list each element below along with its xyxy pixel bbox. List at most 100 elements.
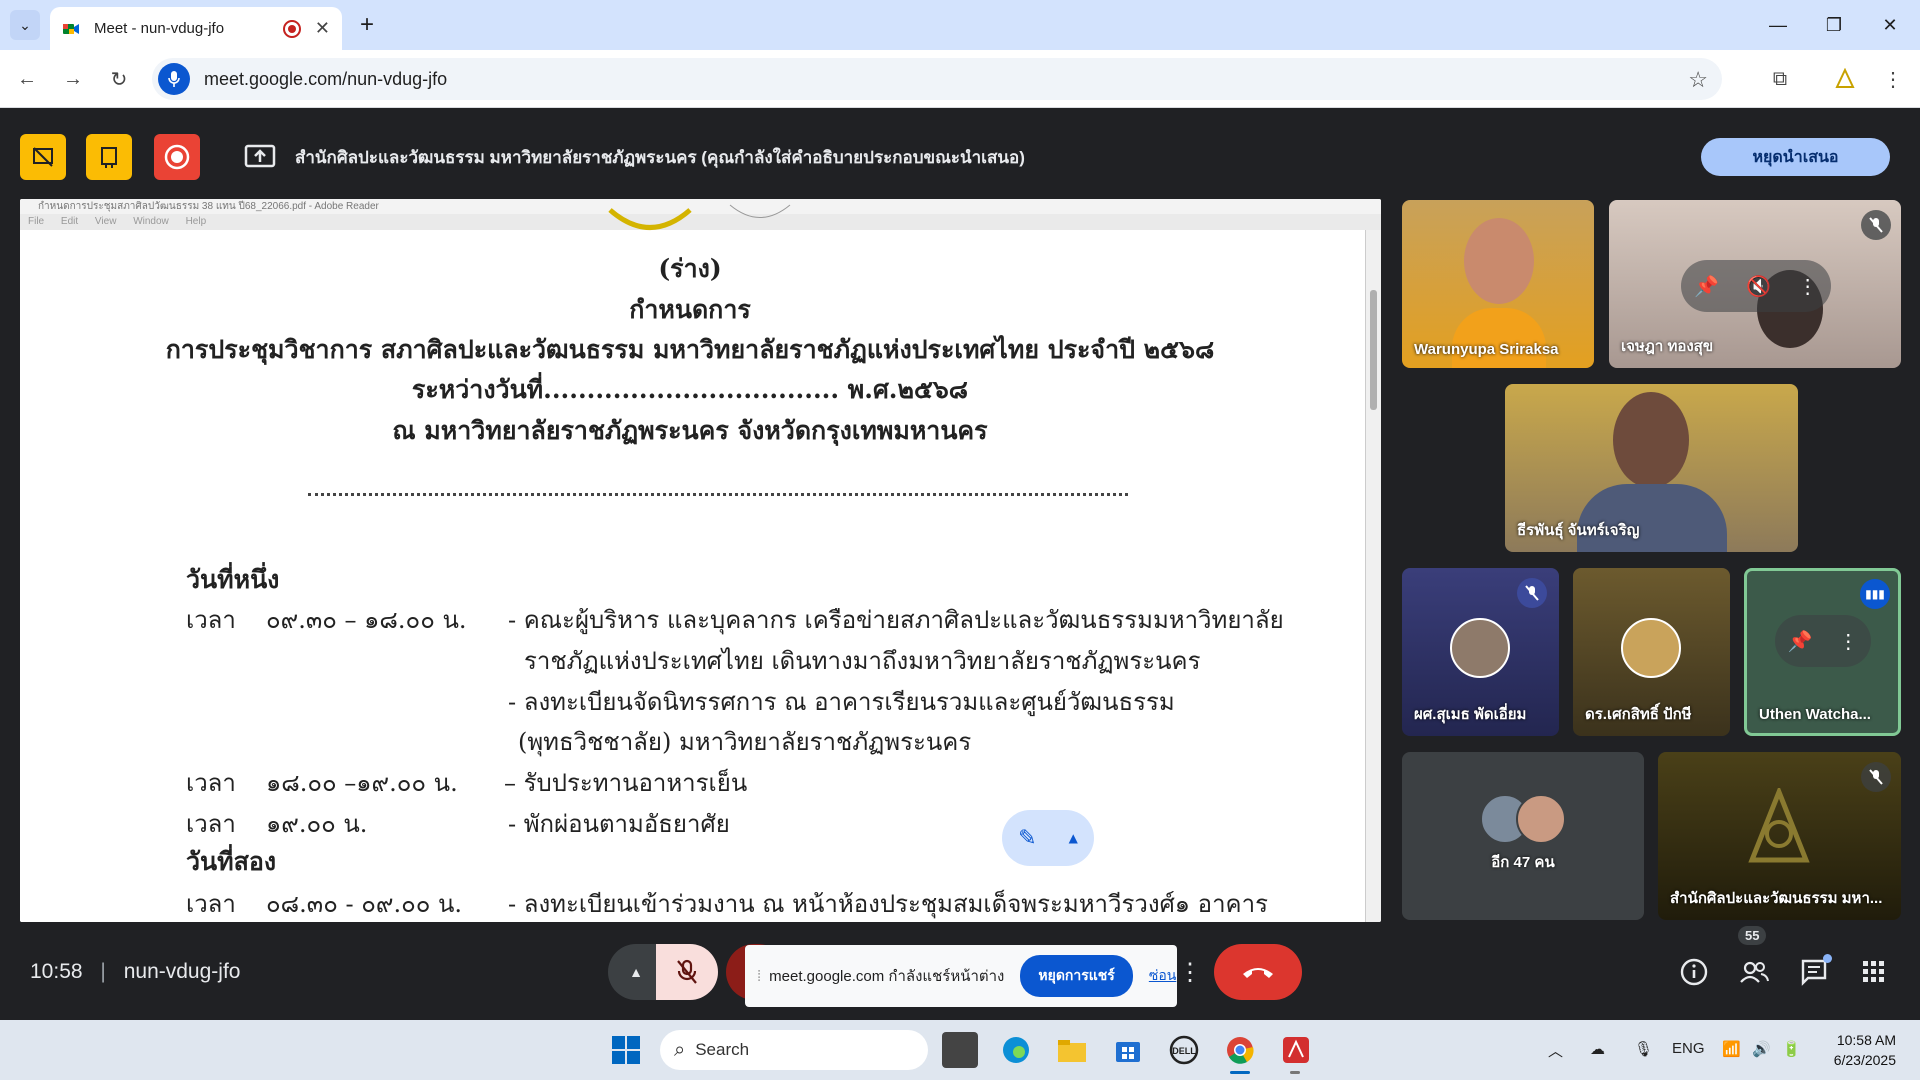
battery-icon[interactable]: 🔋 (1782, 1040, 1801, 1058)
pin-icon[interactable]: 📌 (1694, 274, 1719, 299)
task-view-icon[interactable] (942, 1032, 978, 1068)
wifi-icon[interactable]: 📶 (1722, 1040, 1741, 1058)
close-window-icon[interactable]: ✕ (1862, 0, 1918, 50)
participant-tile[interactable]: 📌 🔇 ⋮ เจษฎา ทองสุข (1609, 200, 1901, 368)
row1-time: ๐๙.๓๐ – ๑๘.๐๐ น. (266, 606, 467, 634)
chrome-icon[interactable] (1222, 1032, 1258, 1074)
document-scrollbar[interactable] (1365, 230, 1381, 922)
meeting-clock: 10:58 | nun-vdug-jfo (30, 960, 241, 983)
whiteboard-icon[interactable] (86, 134, 132, 180)
participant-tile[interactable]: ธีรพันธุ์ จันทร์เจริญ (1505, 384, 1798, 552)
more-options-icon[interactable]: ⋮ (1798, 274, 1818, 299)
participant-tile[interactable]: สำนักศิลปะและวัฒนธรรม มหา... (1658, 752, 1901, 920)
microphone-tray-icon[interactable]: 🎙 (1634, 1040, 1653, 1058)
browser-tab-bar: ⌄ Meet - nun-vdug-jfo ✕ + — ❐ ✕ (0, 0, 1920, 50)
tab-search-chevron-icon[interactable]: ⌄ (10, 10, 40, 40)
bookmark-star-icon[interactable]: ☆ (1688, 67, 1708, 93)
row1-item-d: (พุทธวิชชาลัย) มหาวิทยาลัยราชภัฏพระนคร (518, 728, 972, 756)
sharing-notification: ⁞ meet.google.com กำลังแชร์หน้าต่าง หยุด… (745, 945, 1177, 1007)
more-participants-count: อีก 47 คน (1491, 854, 1555, 871)
pin-icon[interactable]: 📌 (1788, 629, 1813, 654)
time-label: เวลา (186, 606, 236, 634)
muted-mic-icon (1861, 210, 1891, 240)
mic-off-icon (677, 959, 697, 984)
meeting-code: nun-vdug-jfo (123, 960, 241, 983)
day-two-heading: วันที่สอง (186, 847, 277, 876)
edge-icon[interactable] (998, 1032, 1034, 1068)
menu-view: View (94, 216, 117, 227)
participant-tile[interactable]: ผศ.สุเมธ พัดเอี่ยม (1402, 568, 1559, 736)
minimize-icon[interactable]: — (1750, 0, 1806, 50)
mute-participant-icon[interactable]: 🔇 (1746, 274, 1771, 299)
time-label: เวลา (186, 890, 236, 918)
more-options-icon[interactable]: ⋮ (1838, 629, 1858, 654)
new-tab-button[interactable]: + (352, 10, 382, 40)
recording-indicator-icon (282, 19, 301, 38)
volume-icon[interactable]: 🔊 (1752, 1040, 1771, 1058)
dell-icon[interactable]: DELL (1166, 1032, 1202, 1068)
tab-close-icon[interactable]: ✕ (315, 18, 330, 39)
microphone-in-use-icon[interactable] (158, 63, 190, 95)
row1-item-a: - คณะผู้บริหาร และบุคลากร เครือข่ายสภาศิ… (508, 606, 1284, 634)
annotation-tools-button[interactable]: ✎ ▲ (1002, 810, 1094, 866)
row1-item-b: ราชภัฏแห่งประเทศไทย เดินทางมาถึงมหาวิทยา… (524, 647, 1201, 675)
show-hidden-icons-icon[interactable]: ︿ (1548, 1040, 1563, 1061)
start-icon[interactable] (608, 1032, 644, 1068)
back-icon[interactable]: ← (12, 64, 42, 94)
reload-icon[interactable]: ↻ (104, 64, 134, 94)
onedrive-icon[interactable]: ☁ (1590, 1040, 1605, 1058)
row4-time: ๐๘.๓๐ - ๐๙.๐๐ น. (266, 890, 463, 918)
menu-window: Window (133, 216, 169, 227)
participant-name: ธีรพันธุ์ จันทร์เจริญ (1517, 522, 1640, 539)
doc-line-conference: การประชุมวิชาการ สภาศิลปะและวัฒนธรรม มหา… (165, 335, 1215, 364)
omnibox[interactable]: meet.google.com/nun-vdug-jfo ☆ (152, 58, 1722, 100)
chevron-up-icon: ▲ (1068, 831, 1078, 845)
row1-item-c: - ลงทะเบียนจัดนิทรรศการ ณ อาคารเรียนรวมแ… (508, 688, 1175, 716)
profile-icon[interactable] (1830, 64, 1860, 94)
extensions-icon[interactable]: ⧉ (1765, 64, 1795, 94)
participant-tile[interactable]: Warunyupa Sriraksa (1402, 200, 1594, 368)
time-label: เวลา (186, 810, 236, 838)
annotation-off-icon[interactable] (20, 134, 66, 180)
more-options-icon[interactable]: ⋮ (1178, 944, 1202, 1000)
current-time: 10:58 (30, 960, 83, 983)
tile-hover-controls[interactable]: 📌 ⋮ (1775, 615, 1871, 667)
unmute-button[interactable] (656, 944, 718, 1000)
muted-mic-icon (1517, 578, 1547, 608)
adobe-reader-icon[interactable] (1278, 1032, 1314, 1074)
leave-call-button[interactable] (1214, 944, 1302, 1000)
more-participants-tile[interactable]: อีก 47 คน (1402, 752, 1644, 920)
activities-icon[interactable] (1852, 950, 1896, 994)
forward-icon[interactable]: → (58, 64, 88, 94)
participant-tile[interactable]: ดร.เศกสิทธิ์ ปักษี (1573, 568, 1730, 736)
file-explorer-icon[interactable] (1054, 1032, 1090, 1068)
pen-icon: ✎ (1018, 825, 1037, 851)
doc-line-draft: (ร่าง) (658, 254, 722, 283)
stop-sharing-button[interactable]: หยุดการแชร์ (1020, 955, 1133, 997)
chat-icon[interactable] (1792, 950, 1836, 994)
meet-stage: สำนักศิลปะและวัฒนธรรม มหาวิทยาลัยราชภัฏพ… (0, 108, 1920, 1020)
participant-name: สำนักศิลปะและวัฒนธรรม มหา... (1670, 890, 1883, 907)
browser-menu-icon[interactable]: ⋮ (1878, 64, 1908, 94)
people-icon[interactable]: 55 (1732, 926, 1776, 994)
restore-icon[interactable]: ❐ (1806, 0, 1862, 50)
doc-line-venue: ณ มหาวิทยาลัยราชภัฏพระนคร จังหวัดกรุงเทพ… (392, 416, 988, 445)
pdf-document: (ร่าง) กำหนดการ การประชุมวิชาการ สภาศิลป… (20, 204, 1365, 922)
store-icon[interactable] (1110, 1032, 1146, 1068)
participant-tile-active-speaker[interactable]: 📌 ⋮ ▮▮▮ Uthen Watcha... (1744, 568, 1901, 736)
day-one-heading: วันที่หนึ่ง (186, 565, 280, 594)
meeting-details-icon[interactable] (1672, 950, 1716, 994)
stop-presenting-button[interactable]: หยุดนำเสนอ (1701, 138, 1890, 176)
tab-meet[interactable]: Meet - nun-vdug-jfo ✕ (50, 7, 342, 50)
taskbar-search[interactable]: ⌕ Search (660, 1030, 928, 1070)
record-icon[interactable] (154, 134, 200, 180)
row3-item: - พักผ่อนตามอัธยาศัย (508, 810, 730, 838)
tile-hover-controls[interactable]: 📌 🔇 ⋮ (1681, 260, 1831, 312)
drag-handle-icon[interactable]: ⁞ (757, 968, 761, 985)
participant-name: ดร.เศกสิทธิ์ ปักษี (1585, 706, 1692, 723)
tab-title: Meet - nun-vdug-jfo (94, 20, 225, 37)
input-language[interactable]: ENG (1672, 1040, 1705, 1057)
taskbar-clock[interactable]: 10:58 AM 6/23/2025 (1834, 1030, 1896, 1070)
windows-taskbar: ⌕ Search DELL ︿ ☁ 🎙 ENG 📶 🔊 🔋 10:58 AM 6… (0, 1020, 1920, 1080)
hide-notification-link[interactable]: ซ่อน (1149, 965, 1176, 987)
